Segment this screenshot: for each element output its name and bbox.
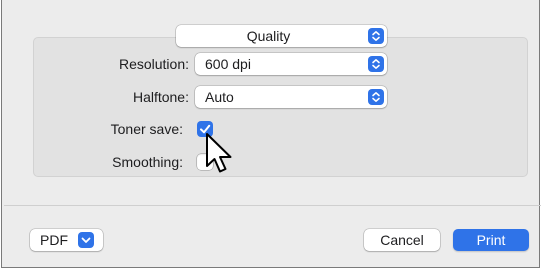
chevron-down-icon [78,232,94,248]
mouse-pointer-icon [206,133,232,173]
smoothing-label: Smoothing: [112,154,183,170]
toner-save-label: Toner save: [110,121,183,137]
cancel-button[interactable]: Cancel [364,229,440,251]
panel-selector-value: Quality [246,28,291,44]
print-dialog: Quality Resolution: 600 dpi Halftone: Au… [1,0,541,268]
up-down-chevron-icon [368,56,384,72]
resolution-popup[interactable]: 600 dpi [195,53,387,75]
up-down-chevron-icon [368,28,384,44]
pdf-menu-button[interactable]: PDF [30,229,103,251]
panel-selector-popup[interactable]: Quality [176,25,387,47]
halftone-value: Auto [205,89,234,105]
pdf-button-label: PDF [40,232,68,248]
halftone-label: Halftone: [132,89,189,105]
resolution-value: 600 dpi [205,56,251,72]
resolution-label: Resolution: [118,56,189,72]
print-button[interactable]: Print [453,229,529,251]
halftone-popup[interactable]: Auto [195,86,387,108]
footer-separator [4,205,541,206]
up-down-chevron-icon [368,89,384,105]
